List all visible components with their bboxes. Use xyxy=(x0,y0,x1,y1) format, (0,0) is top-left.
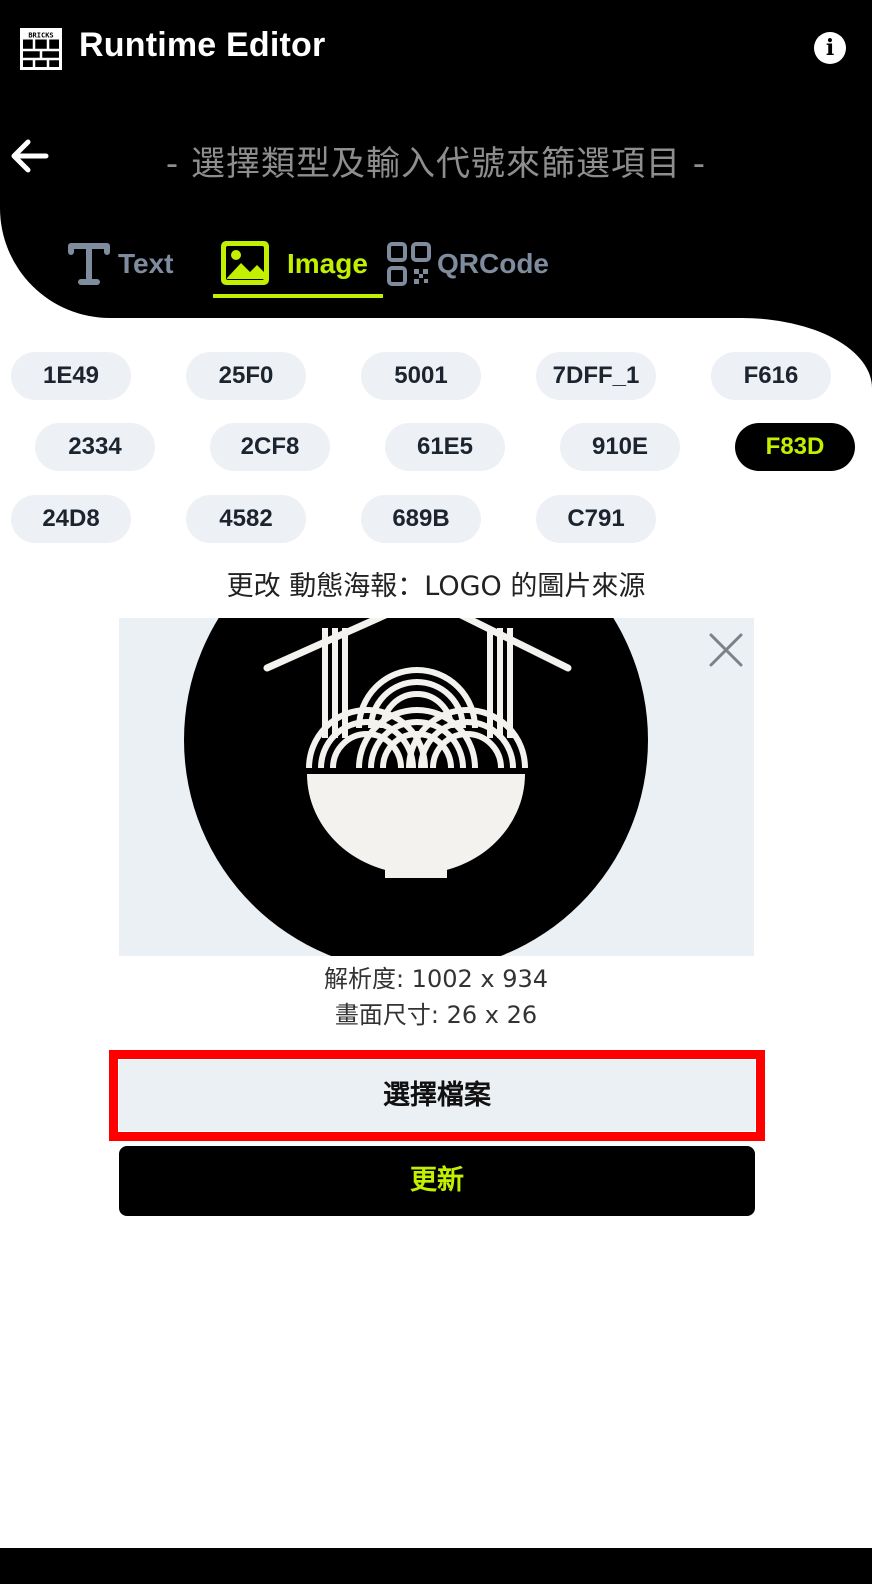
tab-text[interactable]: Text xyxy=(68,240,188,300)
close-icon[interactable] xyxy=(706,630,746,670)
tab-image-label: Image xyxy=(287,248,368,279)
image-icon xyxy=(221,241,269,285)
tab-text-label: Text xyxy=(118,248,174,279)
active-tab-indicator xyxy=(213,294,383,298)
chip-F83D[interactable]: F83D xyxy=(735,423,855,471)
tab-image[interactable]: Image xyxy=(221,240,381,300)
header: BRICKS Runtime Editor i - 選擇類型及輸入代號來篩選項目… xyxy=(0,0,872,318)
highlight-box xyxy=(109,1050,765,1141)
tab-qrcode-label: QRCode xyxy=(437,248,549,279)
chip-C791[interactable]: C791 xyxy=(536,495,656,543)
chip-1E49[interactable]: 1E49 xyxy=(11,352,131,400)
bricks-logo-icon: BRICKS xyxy=(20,28,62,70)
chip-F616[interactable]: F616 xyxy=(711,352,831,400)
resolution-text: 解析度: 1002 x 934 xyxy=(323,965,549,993)
chip-2334[interactable]: 2334 xyxy=(35,423,155,471)
update-button[interactable]: 更新 xyxy=(119,1146,755,1216)
chip-2CF8[interactable]: 2CF8 xyxy=(210,423,330,471)
chip-61E5[interactable]: 61E5 xyxy=(385,423,505,471)
editor-caption: 更改 動態海報：LOGO 的圖片來源 xyxy=(226,571,646,602)
chip-910E[interactable]: 910E xyxy=(560,423,680,471)
info-icon[interactable]: i xyxy=(814,32,846,64)
chip-7DFF_1[interactable]: 7DFF_1 xyxy=(536,352,656,400)
canvas-size-text: 畫面尺寸: 26 x 26 xyxy=(334,1001,538,1029)
chip-5001[interactable]: 5001 xyxy=(361,352,481,400)
top-bar: BRICKS Runtime Editor i xyxy=(0,0,872,96)
chip-24D8[interactable]: 24D8 xyxy=(11,495,131,543)
bottom-bar xyxy=(0,1548,872,1584)
chip-25F0[interactable]: 25F0 xyxy=(186,352,306,400)
logo-text: BRICKS xyxy=(28,32,53,40)
text-type-icon xyxy=(68,243,110,285)
tab-qrcode[interactable]: QRCode xyxy=(387,240,557,300)
noodle-bowl-logo-image xyxy=(184,618,648,956)
chip-4582[interactable]: 4582 xyxy=(186,495,306,543)
chip-689B[interactable]: 689B xyxy=(361,495,481,543)
app-title: Runtime Editor xyxy=(79,26,326,64)
image-preview xyxy=(119,618,754,956)
qrcode-icon xyxy=(387,242,431,286)
filter-hint: - 選擇類型及輸入代號來篩選項目 - xyxy=(165,144,707,184)
